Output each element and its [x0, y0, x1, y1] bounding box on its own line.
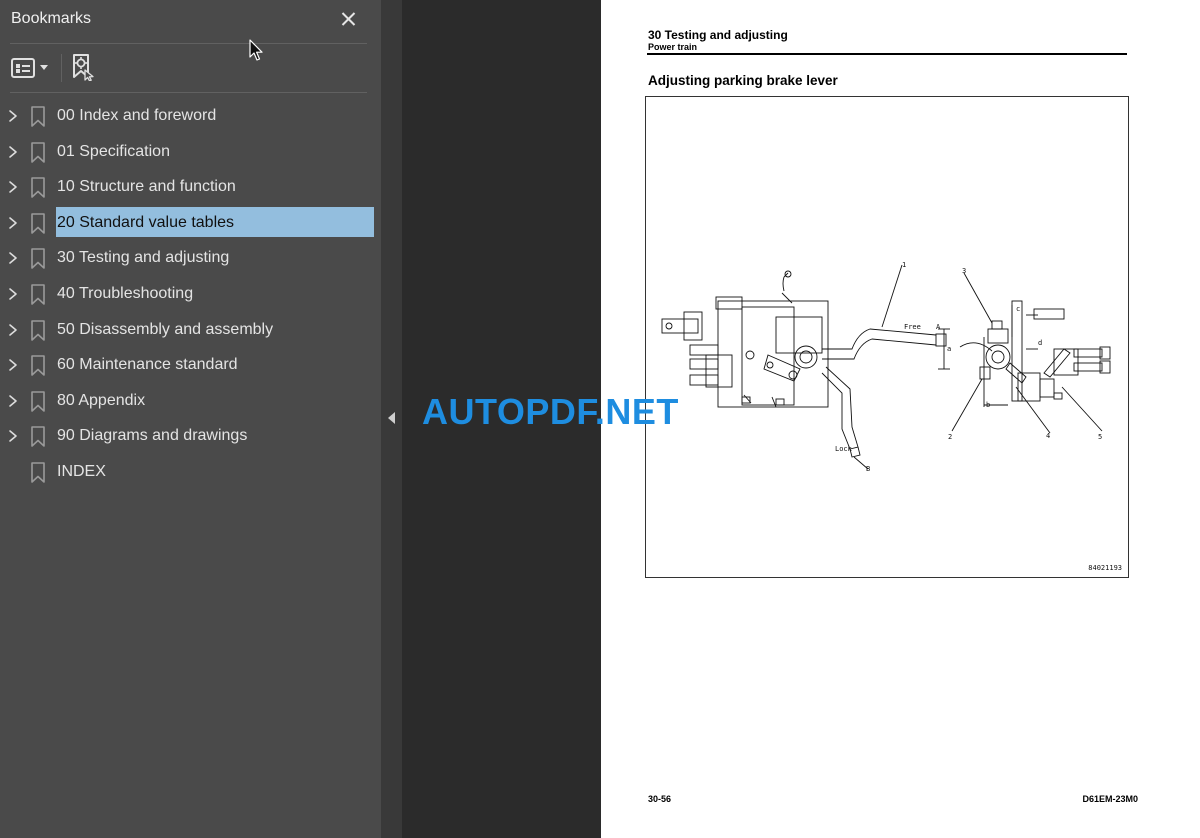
- label-dim-d: d: [1038, 339, 1042, 347]
- header-rule: [647, 53, 1127, 55]
- figure-id: 84021193: [1088, 564, 1122, 572]
- bookmark-options-button[interactable]: [11, 57, 53, 79]
- bookmark-item[interactable]: 01 Specification: [0, 135, 381, 171]
- callout-4: 4: [1046, 432, 1050, 440]
- chevron-right-icon[interactable]: [6, 216, 20, 230]
- label-free: Free: [904, 323, 921, 331]
- bookmark-item[interactable]: INDEX: [0, 455, 381, 491]
- bookmark-item[interactable]: 50 Disassembly and assembly: [0, 313, 381, 349]
- chevron-right-icon[interactable]: [6, 251, 20, 265]
- find-current-bookmark-button[interactable]: [71, 53, 97, 82]
- bookmark-label: 90 Diagrams and drawings: [57, 427, 248, 445]
- bookmark-label: 00 Index and foreword: [57, 107, 217, 124]
- figure-frame: Free A a Lock B 1 2 3 4 5 b c d 84021193: [645, 96, 1129, 578]
- label-lock: Lock: [835, 445, 853, 453]
- bookmark-list: 00 Index and foreword 01 Specification 10 …: [0, 99, 381, 491]
- chevron-right-icon[interactable]: [6, 358, 20, 372]
- bookmark-icon: [31, 106, 45, 127]
- page-section-title: Power train: [648, 42, 698, 52]
- chevron-right-icon[interactable]: [6, 287, 20, 301]
- bookmark-item[interactable]: 90 Diagrams and drawings: [0, 419, 381, 455]
- bookmark-label: 20 Standard value tables: [57, 213, 235, 231]
- page-chapter-title: 30 Testing and adjusting: [648, 28, 788, 42]
- panel-splitter[interactable]: [381, 0, 402, 838]
- label-dim-a: a: [947, 345, 951, 353]
- bookmark-item[interactable]: 10 Structure and function: [0, 170, 381, 206]
- bookmark-label: 40 Troubleshooting: [57, 284, 194, 302]
- callout-3: 3: [962, 267, 966, 275]
- bookmark-item[interactable]: 40 Troubleshooting: [0, 277, 381, 313]
- lever-assembly-right: [951, 272, 1111, 434]
- chevron-right-icon[interactable]: [6, 429, 20, 443]
- bookmark-icon: [31, 284, 45, 305]
- callout-2: 2: [948, 433, 952, 441]
- parking-brake-lever-drawing: Free A a Lock B 1 2 3 4 5 b c d: [661, 261, 1111, 473]
- watermark: AUTOPDF.NET: [422, 391, 679, 432]
- page-heading: Adjusting parking brake lever: [648, 73, 838, 88]
- close-panel-button[interactable]: [338, 8, 360, 30]
- bookmark-label: 01 Specification: [57, 142, 170, 160]
- bookmark-icon: [31, 248, 45, 270]
- find-current-bookmark-icon: [73, 54, 94, 82]
- chevron-right-icon[interactable]: [6, 323, 20, 337]
- divider: [10, 92, 367, 93]
- callout-1: 1: [902, 261, 906, 269]
- bookmark-item[interactable]: 00 Index and foreword: [0, 99, 381, 135]
- label-a-upper: A: [936, 323, 941, 331]
- chevron-right-icon[interactable]: [6, 145, 20, 159]
- bookmark-item[interactable]: 80 Appendix: [0, 384, 381, 420]
- bookmark-label: 80 Appendix: [57, 391, 146, 409]
- bookmark-icon: [31, 426, 45, 448]
- page-number: 30-56: [648, 794, 672, 804]
- bookmark-item[interactable]: 30 Testing and adjusting: [0, 241, 381, 277]
- bookmark-icon: [31, 319, 45, 341]
- bookmark-label: 60 Maintenance standard: [57, 356, 238, 374]
- chevron-right-icon[interactable]: [6, 109, 20, 123]
- bookmark-item[interactable]: 60 Maintenance standard: [0, 348, 381, 384]
- callout-5: 5: [1098, 433, 1102, 441]
- bookmark-label: 50 Disassembly and assembly: [57, 320, 274, 338]
- toolbar-separator: [61, 54, 62, 82]
- collapse-panel-arrow-icon[interactable]: [388, 412, 395, 424]
- pdf-page: 30 Testing and adjusting Power train Adj…: [601, 0, 1200, 838]
- bookmark-icon: [31, 177, 45, 198]
- bookmark-label: 30 Testing and adjusting: [57, 249, 230, 267]
- lever-assembly-left: [661, 264, 950, 470]
- bookmark-icon: [31, 355, 45, 376]
- bookmarks-panel: Bookmarks 00 Index and foreword 01 Specif…: [0, 0, 381, 838]
- bookmark-icon: [31, 462, 45, 483]
- divider: [10, 43, 367, 44]
- bookmark-icon: [31, 141, 45, 163]
- bookmark-item[interactable]: 20 Standard value tables: [0, 206, 381, 242]
- bookmark-icon: [31, 390, 45, 412]
- chevron-right-icon[interactable]: [6, 394, 20, 408]
- label-dim-c: c: [1016, 305, 1020, 313]
- mouse-cursor-icon: [249, 39, 263, 61]
- panel-title: Bookmarks: [11, 10, 92, 27]
- document-code: D61EM-23M0: [1082, 794, 1138, 804]
- bookmark-label: INDEX: [57, 462, 106, 480]
- label-b-lower: B: [866, 465, 870, 473]
- chevron-right-icon[interactable]: [6, 180, 20, 194]
- bookmark-label: 10 Structure and function: [57, 178, 236, 196]
- label-dim-b: b: [986, 401, 990, 409]
- bookmark-icon: [31, 212, 45, 234]
